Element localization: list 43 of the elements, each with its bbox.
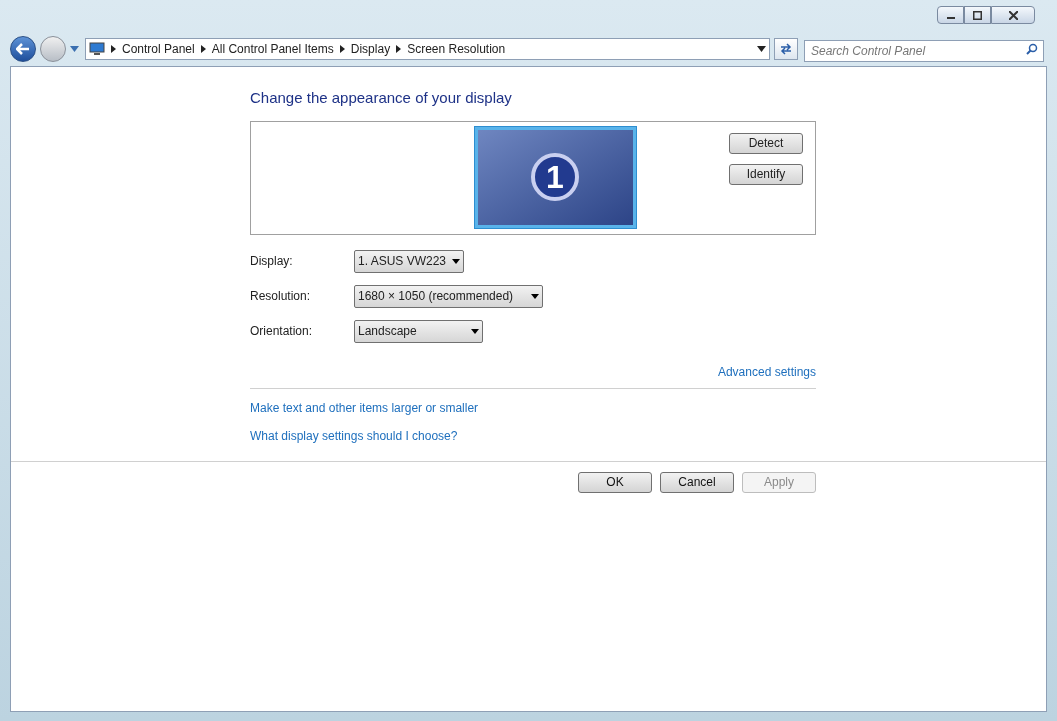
breadcrumb-item[interactable]: Display: [350, 40, 391, 58]
chevron-right-icon: [200, 45, 206, 53]
monitor-icon: [89, 42, 105, 56]
breadcrumb-item[interactable]: All Control Panel Items: [211, 40, 334, 58]
minimize-icon: [946, 17, 955, 19]
help-link[interactable]: Make text and other items larger or smaller: [250, 398, 479, 417]
minimize-button[interactable]: [937, 6, 964, 24]
dropdown-icon: [531, 293, 539, 299]
dropdown-field[interactable]: Landscape: [354, 319, 483, 343]
setting-label: Orientation:: [250, 323, 314, 340]
dropdown-icon: [70, 46, 79, 52]
dialog-button[interactable]: OK: [578, 471, 652, 493]
dropdown-icon: [471, 328, 479, 334]
chevron-right-icon: [111, 45, 116, 53]
dialog-button[interactable]: Cancel: [660, 471, 734, 493]
setting-label: Display:: [250, 253, 294, 270]
maximize-button[interactable]: [964, 6, 991, 24]
action-button[interactable]: Identify: [729, 163, 803, 185]
dropdown-field[interactable]: 1. ASUS VW223: [354, 249, 464, 273]
address-bar[interactable]: Control Panel All Control Panel Items Display Screen Resolution: [85, 38, 770, 60]
chevron-right-icon: [339, 45, 345, 53]
page-heading: Change the appearance of your display: [250, 88, 513, 108]
dropdown-icon: [452, 258, 460, 264]
back-button[interactable]: [10, 36, 36, 62]
advanced-settings-link[interactable]: Advanced settings: [717, 362, 816, 381]
monitor-number: 1: [531, 153, 579, 201]
dropdown-icon: [757, 46, 766, 52]
monitor-drawing[interactable]: 1: [473, 125, 637, 229]
close-button[interactable]: [991, 6, 1035, 24]
left-arrow-icon: [16, 43, 30, 55]
help-link[interactable]: What display settings should I choose?: [250, 426, 458, 445]
chevron-right-icon: [396, 45, 402, 53]
setting-label: Resolution:: [250, 288, 312, 305]
refresh-button[interactable]: [774, 38, 798, 60]
close-icon: [1008, 10, 1018, 20]
maximize-icon: [973, 10, 982, 20]
search-field[interactable]: Search Control Panel: [804, 40, 1044, 62]
arrows-icon: [779, 43, 793, 55]
breadcrumb-item[interactable]: Control Panel: [122, 40, 195, 58]
breadcrumb-item[interactable]: Screen Resolution: [407, 40, 506, 58]
search-icon: [1026, 43, 1038, 55]
action-button[interactable]: Detect: [729, 132, 803, 154]
dropdown-field[interactable]: 1680 × 1050 (recommended): [354, 284, 543, 308]
